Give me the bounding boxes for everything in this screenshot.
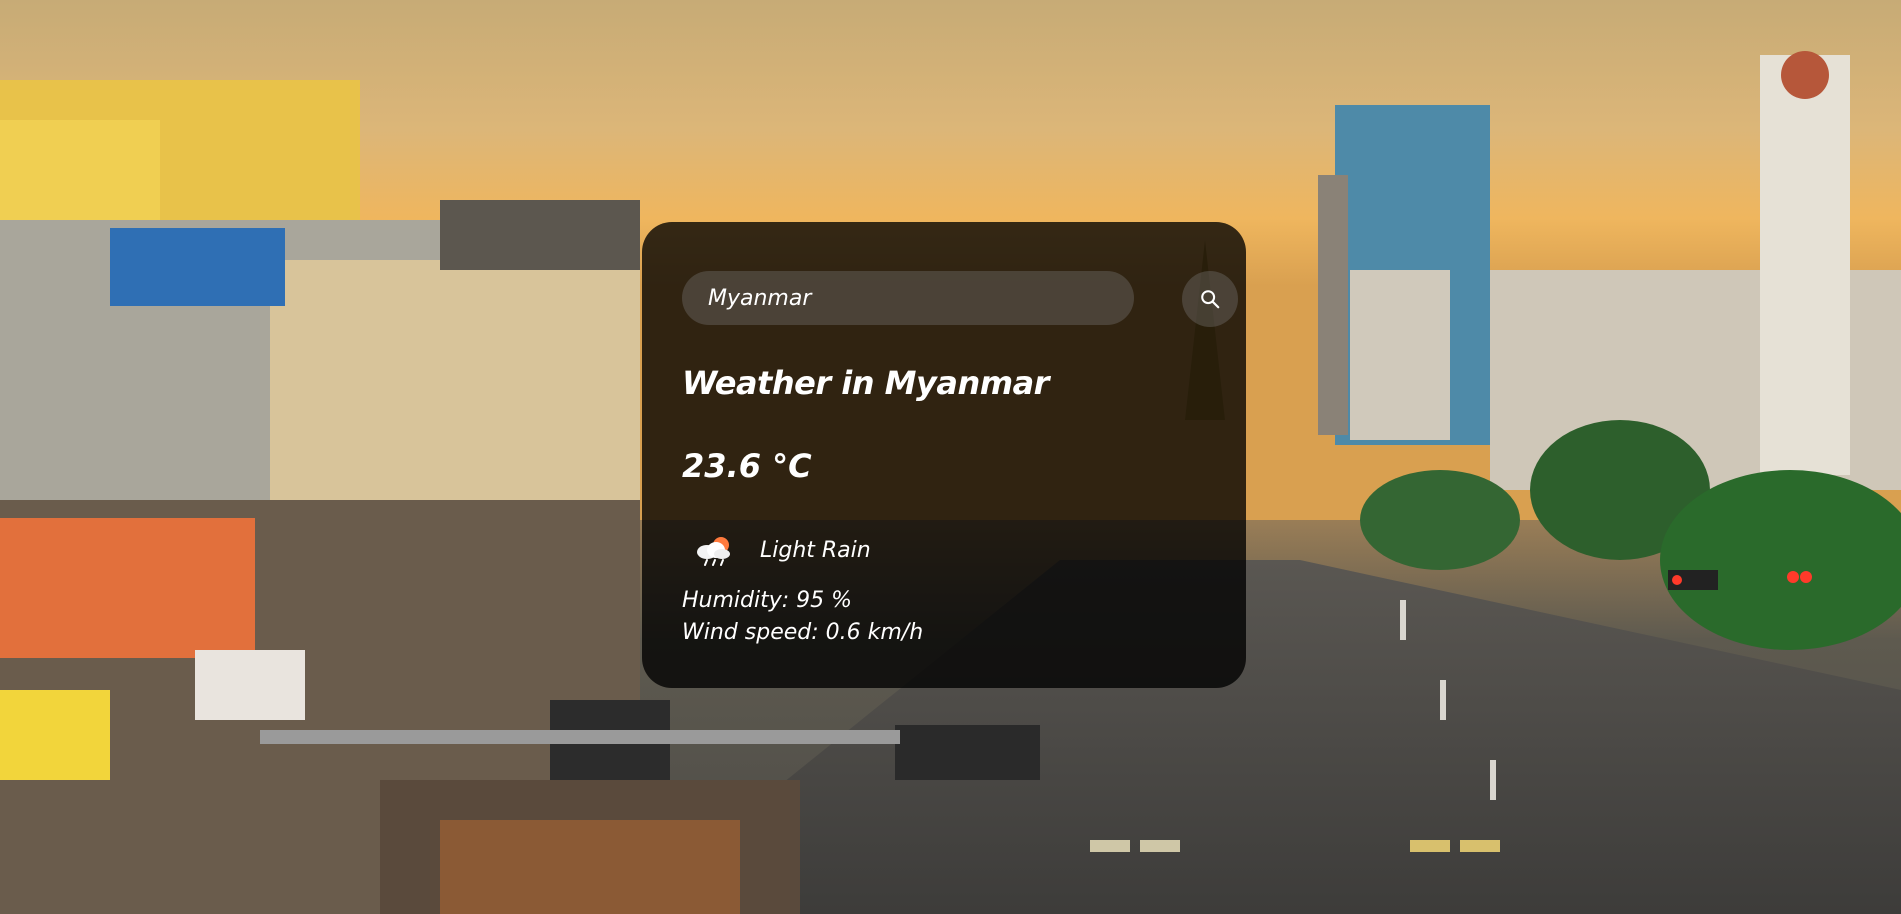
- weather-title: Weather in Myanmar: [682, 364, 1049, 402]
- condition-row: Light Rain: [682, 530, 871, 570]
- condition-label: Light Rain: [760, 537, 871, 563]
- search-input[interactable]: [682, 271, 1134, 325]
- temperature: 23.6 °C: [682, 447, 812, 485]
- search-icon: [1201, 290, 1220, 309]
- humidity-text: Humidity: 95 %: [682, 588, 853, 613]
- weather-card: Weather in Myanmar 23.6 °C Light Rain Hu…: [642, 222, 1246, 688]
- search-bar: [682, 271, 1238, 327]
- search-button[interactable]: [1182, 271, 1238, 327]
- wind-speed-text: Wind speed: 0.6 km/h: [682, 620, 924, 645]
- cloud-rain-icon: [682, 530, 746, 570]
